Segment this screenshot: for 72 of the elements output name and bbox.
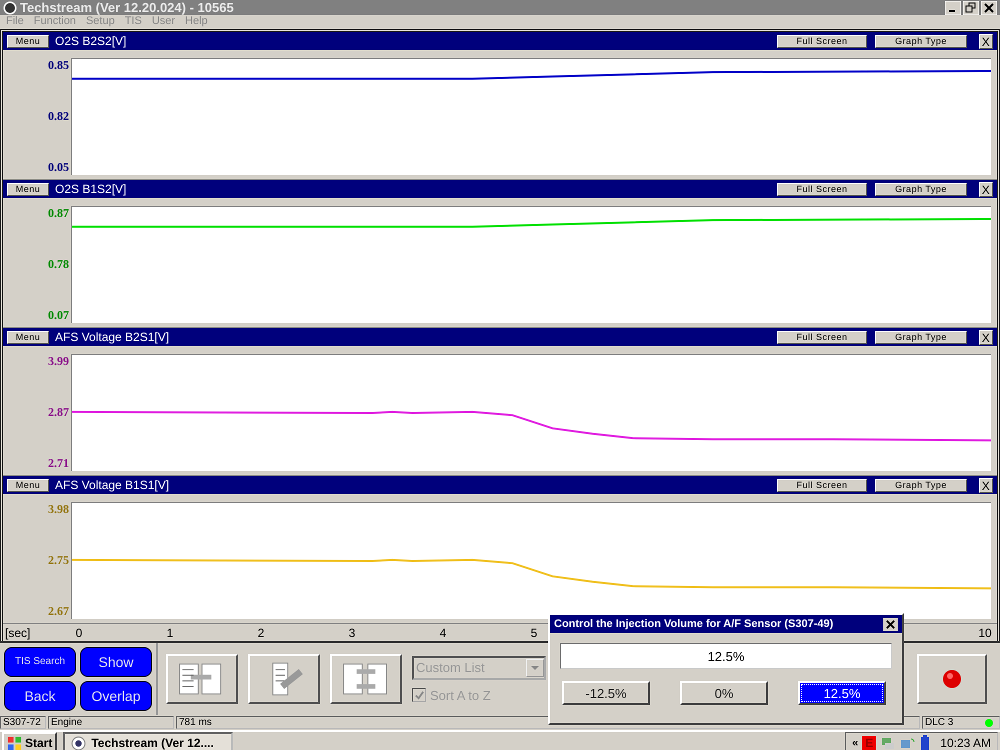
clock: 10:23 AM [940,736,991,750]
graph-type-button[interactable]: Graph Type [875,182,967,196]
graph-type-button[interactable]: Graph Type [875,34,967,48]
graph-title: O2S B2S2[V] [55,34,128,48]
start-button[interactable]: Start [2,732,58,750]
full-screen-button[interactable]: Full Screen [777,34,867,48]
nav-button[interactable]: Overlap [80,681,152,711]
close-graph-button[interactable]: X [979,478,993,492]
graph-title: AFS Voltage B2S1[V] [55,330,170,344]
menu-button[interactable]: Menu [7,478,49,492]
full-screen-button[interactable]: Full Screen [777,182,867,196]
record-icon [942,669,962,689]
record-button[interactable] [917,654,987,704]
close-icon[interactable] [883,618,898,630]
x-axis-tick: 4 [438,626,448,640]
tray-toggle[interactable]: « [852,737,858,749]
y-axis-label: 0.07 [48,308,69,323]
y-axis-label: 2.75 [48,553,69,568]
graph-type-button[interactable]: Graph Type [875,330,967,344]
y-axis-label: 0.85 [48,58,69,73]
list-swap-button[interactable] [330,654,402,704]
graph-type-button[interactable]: Graph Type [875,478,967,492]
close-icon[interactable] [981,0,997,14]
y-axis-label: 3.98 [48,502,69,517]
taskbar-app-button[interactable]: Techstream (Ver 12.... [63,732,234,750]
status-code: S307-72 [0,716,46,729]
y-axis-label: 0.82 [48,109,69,124]
injection-option-button[interactable]: -12.5% [562,681,650,705]
graph-title: O2S B1S2[V] [55,182,128,196]
y-axis-label: 0.87 [48,206,69,221]
nav-button[interactable]: TIS Search [4,647,76,677]
x-axis-tick: 5 [530,626,538,640]
app-logo-icon [71,736,86,750]
full-screen-button[interactable]: Full Screen [777,478,867,492]
injection-option-button[interactable]: 0% [680,681,768,705]
x-axis-tick: 10 [977,626,993,640]
y-axis-label: 2.71 [48,456,69,471]
sort-label: Sort A to Z [430,688,491,702]
y-axis-label: 0.05 [48,160,69,175]
y-axis-label: 2.67 [48,604,69,619]
close-graph-button[interactable]: X [979,34,993,48]
dropdown-arrow-icon [531,666,539,670]
x-axis-tick: 1 [166,626,174,640]
nav-button[interactable]: Back [4,681,76,711]
y-axis-label: 3.99 [48,354,69,369]
list-transfer-button[interactable] [166,654,238,704]
windows-logo-icon [7,736,22,750]
y-axis-label: 2.87 [48,405,69,420]
x-axis-unit: [sec] [4,626,32,640]
x-axis-tick: 0 [74,626,84,640]
status-connection: DLC 3 [925,717,954,728]
status-system: Engine [48,716,174,729]
close-graph-button[interactable]: X [979,182,993,196]
restore-icon[interactable] [963,0,979,14]
injection-option-button[interactable]: 12.5% [798,681,886,705]
window-title: Techstream (Ver 12.20.024) - 10565 [20,0,235,15]
menu-button[interactable]: Menu [7,182,49,196]
battery-icon[interactable] [920,735,930,750]
full-screen-button[interactable]: Full Screen [777,330,867,344]
app-logo-icon [3,0,17,14]
menu-button[interactable]: Menu [7,330,49,344]
menu-button[interactable]: Menu [7,34,49,48]
x-axis-tick: 3 [348,626,356,640]
close-graph-button[interactable]: X [979,330,993,344]
injection-value-field: 12.5% [560,643,892,669]
list-edit-button[interactable] [248,654,320,704]
graph-title: AFS Voltage B1S1[V] [55,478,170,492]
y-axis-label: 0.78 [48,257,69,272]
nav-button[interactable]: Show [80,647,152,677]
x-axis-tick: 2 [256,626,266,640]
minimize-icon[interactable] [945,0,961,14]
dialog-title: Control the Injection Volume for A/F Sensor (S307-49) [554,618,834,630]
